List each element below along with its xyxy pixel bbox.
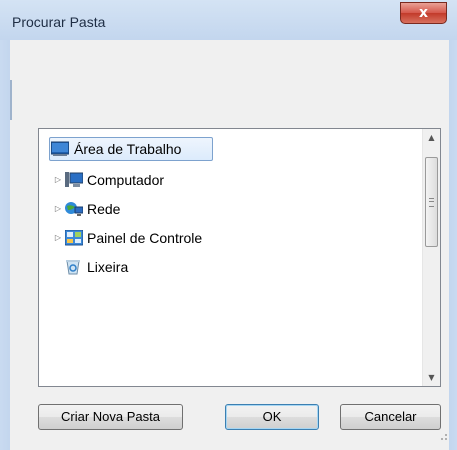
network-icon — [65, 202, 83, 216]
expand-arrow-icon[interactable]: ▷ — [53, 233, 63, 243]
control-panel-icon — [65, 230, 83, 246]
tree-item-control-panel[interactable]: ▷ Painel de Controle — [53, 227, 253, 249]
scroll-up-icon[interactable]: ▲ — [423, 129, 440, 146]
window-title: Procurar Pasta — [12, 14, 106, 30]
tree-item-label: Painel de Controle — [87, 230, 203, 246]
tree-item-label: Lixeira — [87, 259, 129, 275]
cancel-button[interactable]: Cancelar — [340, 404, 441, 430]
tree-item-network[interactable]: ▷ Rede — [53, 198, 173, 220]
scroll-down-icon[interactable]: ▼ — [423, 369, 440, 386]
window-frame-left — [0, 40, 10, 450]
tree-item-desktop[interactable]: Área de Trabalho — [51, 138, 221, 160]
frame-divider — [10, 80, 12, 120]
resize-grip-icon[interactable] — [437, 432, 447, 442]
tree-item-recycle-bin[interactable]: Lixeira — [65, 256, 165, 278]
expand-arrow-icon[interactable]: ▷ — [53, 204, 63, 214]
scroll-thumb[interactable] — [425, 157, 438, 247]
new-folder-button[interactable]: Criar Nova Pasta — [38, 404, 183, 430]
recycle-bin-icon — [66, 260, 80, 275]
ok-button[interactable]: OK — [225, 404, 319, 430]
tree-item-label: Rede — [87, 201, 121, 217]
computer-icon — [65, 172, 83, 187]
tree-item-label: Área de Trabalho — [74, 141, 182, 157]
folder-tree[interactable]: Área de Trabalho ▷ Computador ▷ Rede ▷ P… — [38, 128, 441, 387]
grip-icon — [429, 198, 434, 207]
tree-content: Área de Trabalho ▷ Computador ▷ Rede ▷ P… — [39, 129, 422, 386]
expand-arrow-icon[interactable]: ▷ — [53, 175, 63, 185]
close-button[interactable]: x — [400, 2, 447, 24]
desktop-icon — [51, 141, 69, 156]
tree-item-computer[interactable]: ▷ Computador — [53, 169, 213, 191]
tree-item-label: Computador — [87, 172, 165, 188]
vertical-scrollbar[interactable]: ▲ ▼ — [422, 129, 440, 386]
window-frame-right — [449, 40, 457, 450]
